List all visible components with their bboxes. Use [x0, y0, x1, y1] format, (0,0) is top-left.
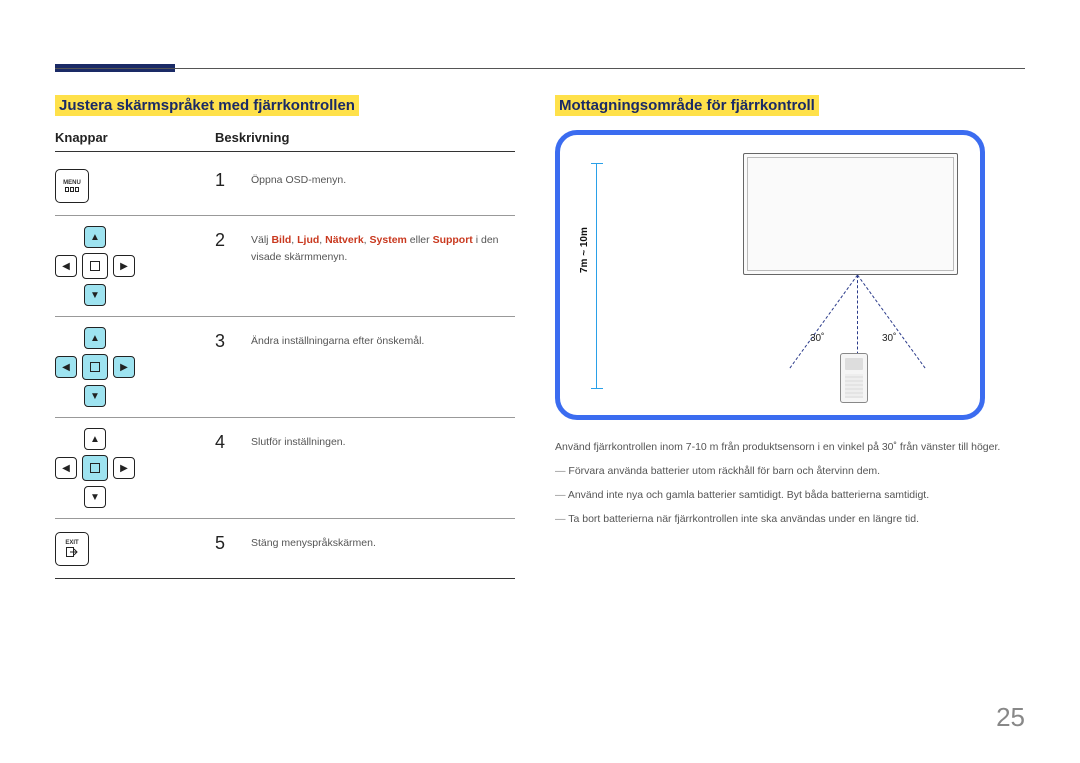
step-description: Slutför inställningen.	[251, 428, 515, 451]
table-row: ▲ ▼ ◀ ▶ 3 Ändra inställningarna efter ön…	[55, 317, 515, 418]
main-instruction: Använd fjärrkontrollen inom 7-10 m från …	[555, 438, 1015, 458]
exit-glyph-icon	[66, 547, 78, 557]
step-description: Stäng menyspråkskärmen.	[251, 529, 515, 552]
col-header-description: Beskrivning	[215, 130, 289, 145]
right-body-text: Använd fjärrkontrollen inom 7-10 m från …	[555, 438, 1015, 530]
right-section-title: Mottagningsområde för fjärrkontroll	[555, 95, 819, 116]
distance-line-icon	[596, 163, 597, 389]
header-rule	[55, 68, 1025, 69]
table-row: MENU 1 Öppna OSD-menyn.	[55, 156, 515, 216]
step-number: 2	[215, 226, 251, 251]
angle-right-label: 30˚	[882, 333, 896, 344]
left-section-title: Justera skärmspråket med fjärrkontrollen	[55, 95, 359, 116]
angle-left-label: 30˚	[810, 333, 824, 344]
dpad-center-icon: ▲ ▼ ◀ ▶	[55, 428, 135, 508]
note-item: Förvara använda batterier utom räckhåll …	[555, 462, 1015, 482]
dpad-updown-icon: ▲ ▼ ◀ ▶	[55, 226, 135, 306]
tv-icon	[743, 153, 958, 275]
note-item: Ta bort batterierna när fjärrkontrollen …	[555, 510, 1015, 530]
exit-button-label: EXIT	[65, 540, 78, 546]
distance-label: 7m ~ 10m	[579, 227, 590, 273]
right-column: Mottagningsområde för fjärrkontroll 7m ~…	[555, 95, 1015, 579]
step-description: Ändra inställningarna efter önskemål.	[251, 327, 515, 350]
menu-button-icon: MENU	[55, 169, 89, 203]
step-number: 1	[215, 166, 251, 191]
table-header: Knappar Beskrivning	[55, 130, 515, 152]
step-number: 3	[215, 327, 251, 352]
step-number: 5	[215, 529, 251, 554]
col-header-buttons: Knappar	[55, 130, 215, 145]
step-description: Välj Bild, Ljud, Nätverk, System eller S…	[251, 226, 515, 266]
step-description: Öppna OSD-menyn.	[251, 166, 515, 189]
reception-diagram: 7m ~ 10m 30˚ 30˚	[555, 130, 985, 420]
dpad-all-icon: ▲ ▼ ◀ ▶	[55, 327, 135, 407]
remote-icon	[840, 353, 868, 403]
page-number: 25	[996, 702, 1025, 733]
table-row: ▲ ▼ ◀ ▶ 2 Välj Bild, Ljud, Nätverk, Syst…	[55, 216, 515, 317]
table-row: ▲ ▼ ◀ ▶ 4 Slutför inställningen.	[55, 418, 515, 519]
exit-button-icon: EXIT	[55, 532, 89, 566]
menu-button-label: MENU	[63, 180, 81, 186]
note-item: Använd inte nya och gamla batterier samt…	[555, 486, 1015, 506]
left-column: Justera skärmspråket med fjärrkontrollen…	[55, 95, 515, 579]
step-number: 4	[215, 428, 251, 453]
table-row: EXIT 5 Stäng menyspråkskärmen.	[55, 519, 515, 579]
